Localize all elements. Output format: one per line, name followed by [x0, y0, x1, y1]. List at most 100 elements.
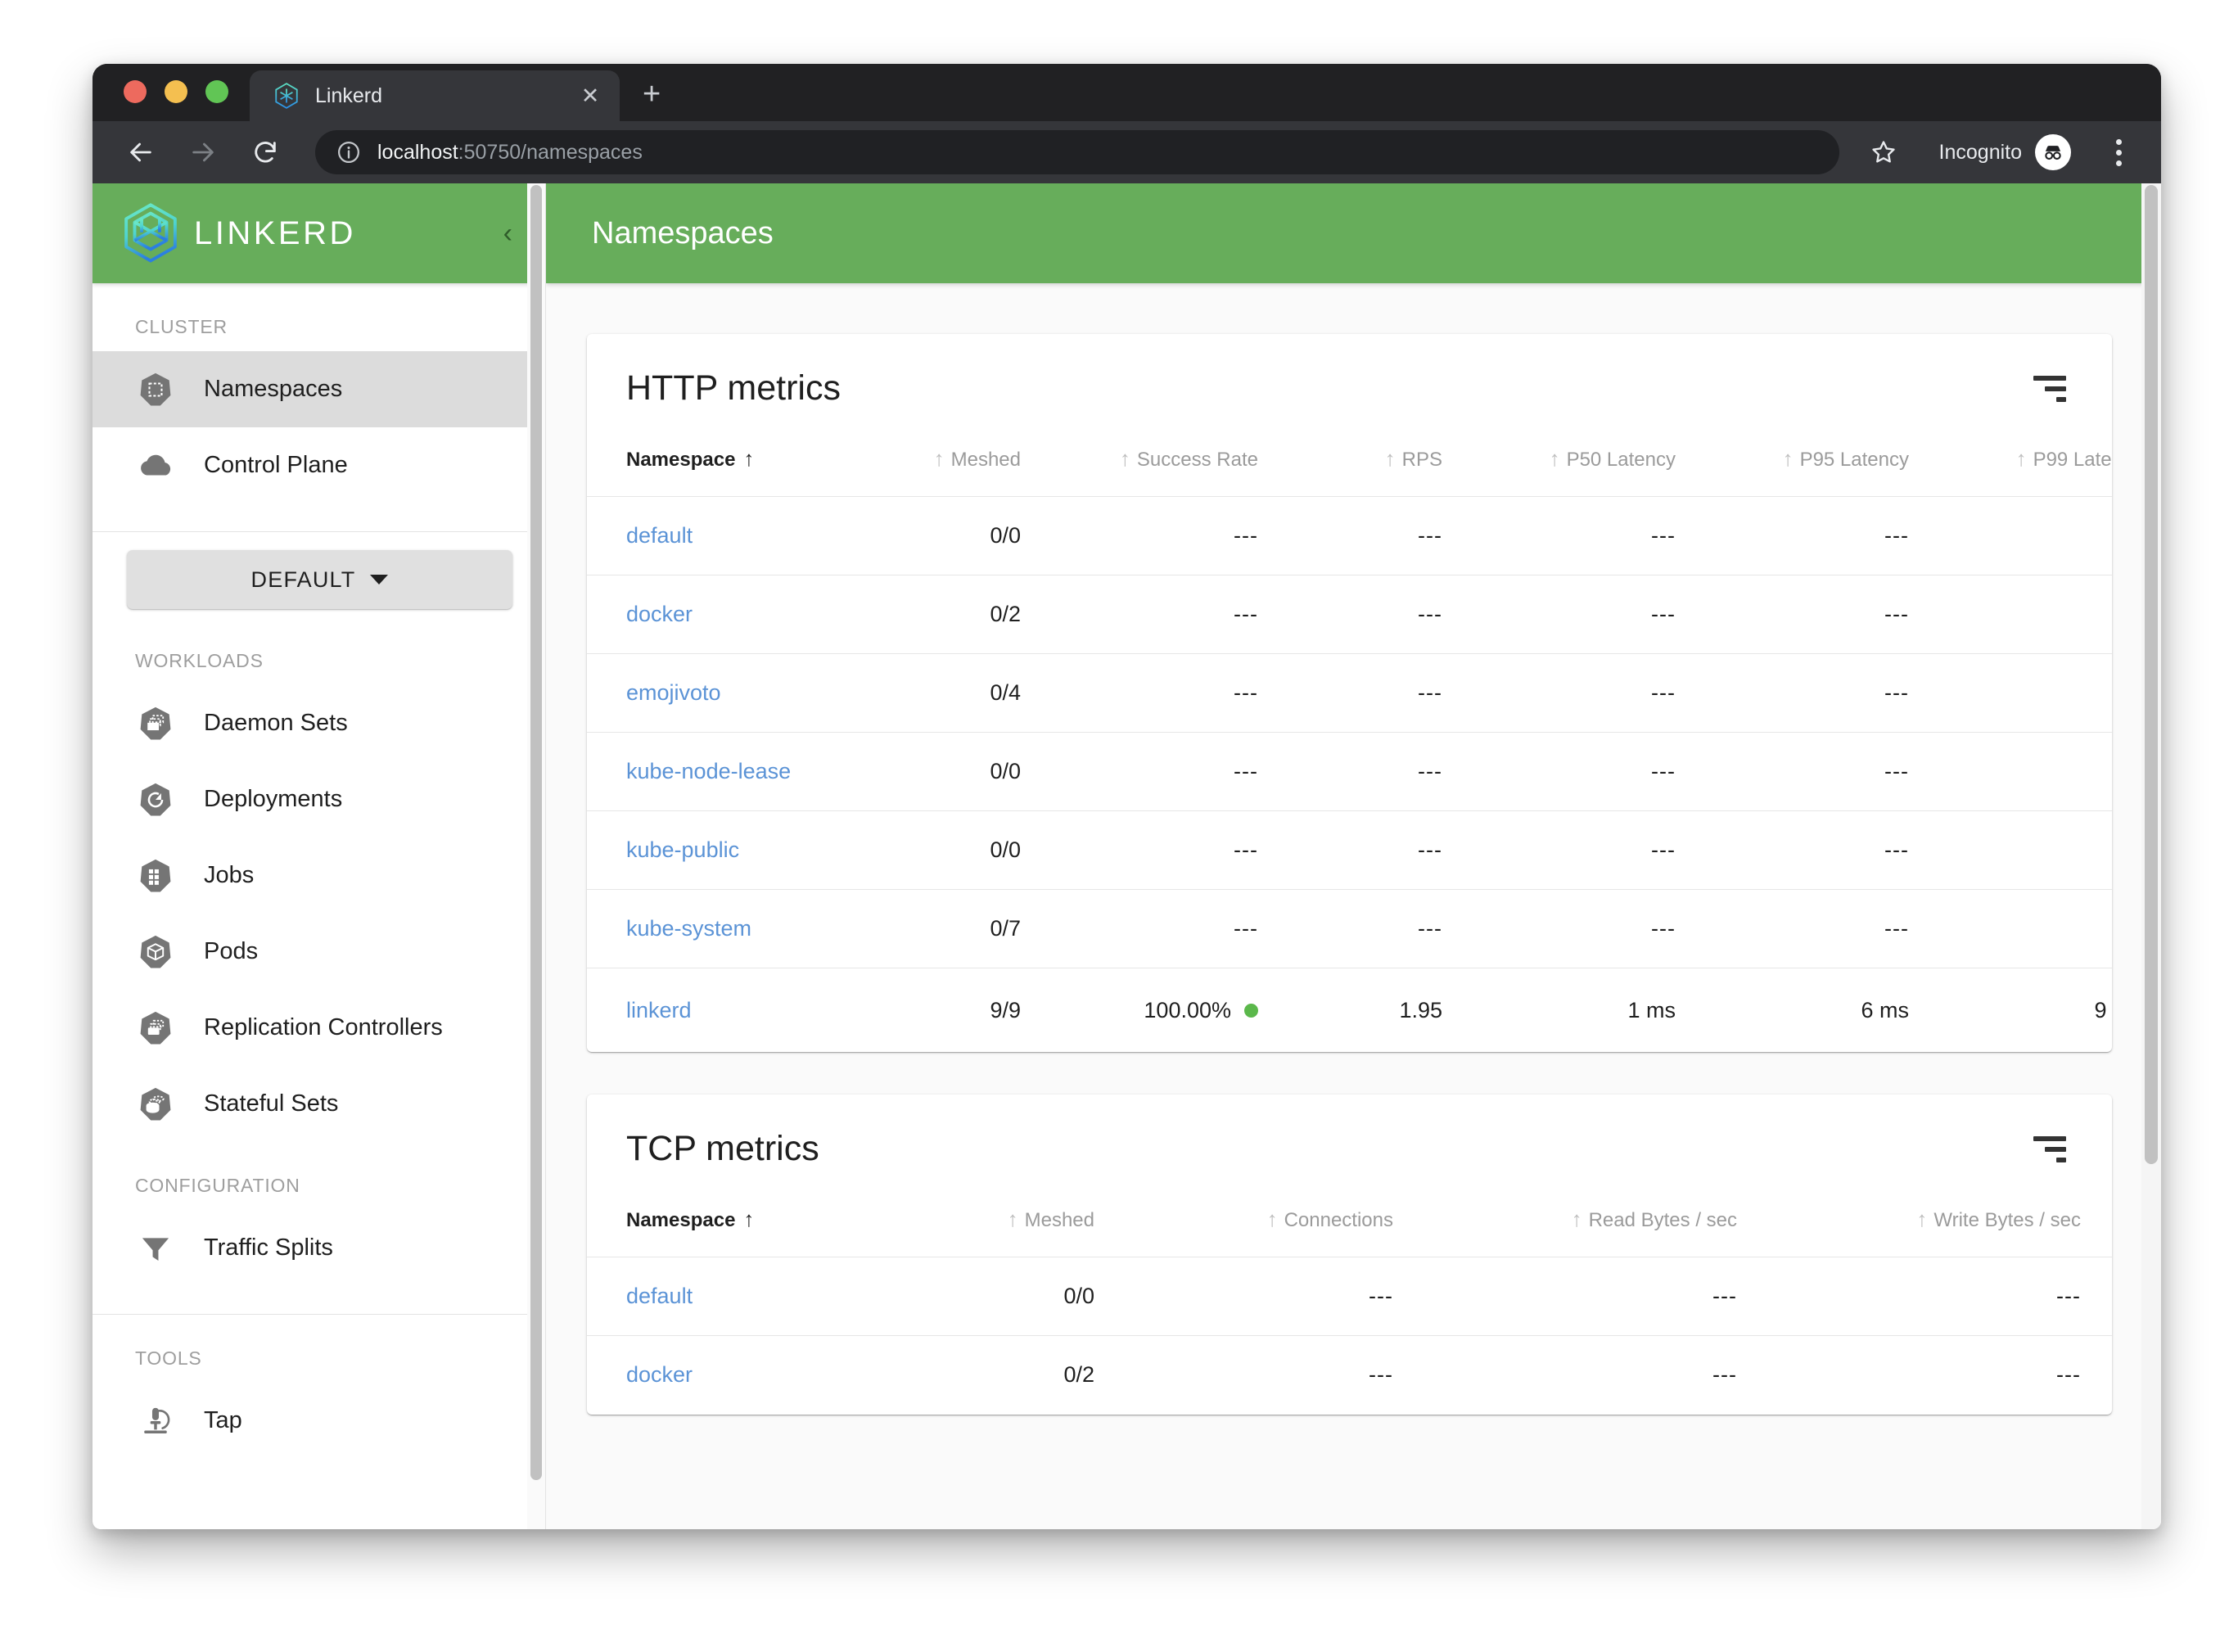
table-row: kube-node-lease 0/0 --- --- --- --- --- [587, 732, 2112, 811]
column-header-read-bytes[interactable]: ↑ Read Bytes / sec [1393, 1194, 1737, 1257]
namespace-hexagon-icon [135, 369, 176, 410]
column-header-write-bytes[interactable]: ↑ Write Bytes / sec [1737, 1194, 2081, 1257]
sidebar-item-control-plane[interactable]: Control Plane [92, 427, 545, 503]
sidebar-section-label-cluster: CLUSTER [135, 316, 228, 337]
close-icon[interactable]: ✕ [575, 81, 605, 111]
cell-p95: --- [1884, 837, 1909, 862]
info-circle-icon[interactable] [336, 140, 361, 165]
sidebar-item-namespaces[interactable]: Namespaces [92, 351, 545, 427]
incognito-avatar-icon[interactable] [2035, 134, 2071, 170]
main-scrollbar-thumb[interactable] [2145, 185, 2158, 1164]
namespace-link[interactable]: default [626, 523, 693, 548]
new-tab-button[interactable]: + [643, 79, 661, 110]
table-header-row: Namespace ↑ ↑ Meshed ↑ Success Rate ↑ RPS ↑ P… [587, 433, 2112, 497]
namespace-select[interactable]: DEFAULT [127, 550, 512, 609]
column-header-p99-latency[interactable]: ↑ P99 Latency [1909, 433, 2112, 497]
page-header: Namespaces [546, 183, 2161, 283]
column-header-success-rate[interactable]: ↑ Success Rate [1021, 433, 1258, 497]
cell-success-rate: --- [1234, 837, 1258, 862]
three-dot-menu-icon[interactable] [2100, 138, 2137, 166]
cell-p95: --- [1884, 602, 1909, 626]
forward-arrow-icon[interactable] [184, 133, 222, 171]
sidebar-item-stateful-sets[interactable]: Stateful Sets [92, 1066, 545, 1142]
card-header: TCP metrics [587, 1095, 2112, 1194]
column-label: P99 Latency [2033, 449, 2112, 471]
sidebar-scrollbar-thumb[interactable] [530, 185, 542, 1480]
back-arrow-icon[interactable] [122, 133, 160, 171]
cell-meshed: 0/7 [990, 916, 1021, 941]
cell-grafana [2081, 1336, 2112, 1415]
profile-chip[interactable]: Incognito [1928, 134, 2071, 170]
sidebar-item-traffic-splits[interactable]: Traffic Splits [92, 1210, 545, 1286]
minimize-window-button[interactable] [165, 80, 187, 103]
namespace-link[interactable]: kube-public [626, 837, 739, 862]
cell-p99: --- [1909, 654, 2112, 733]
namespace-link[interactable]: default [626, 1284, 693, 1308]
browser-tab[interactable]: Linkerd ✕ [250, 70, 620, 121]
column-header-p95-latency[interactable]: ↑ P95 Latency [1676, 433, 1909, 497]
page-viewport: LINKERD ‹ CLUSTER Namespaces Control Pla… [92, 183, 2161, 1529]
column-header-namespace[interactable]: Namespace ↑ [587, 433, 808, 497]
column-header-grafana: Grafana [2081, 1194, 2112, 1257]
sidebar-item-daemon-sets[interactable]: Daemon Sets [92, 685, 545, 761]
column-label: Meshed [1024, 1209, 1094, 1231]
sidebar-item-replication-controllers[interactable]: Replication Controllers [92, 990, 545, 1066]
url-host: localhost [377, 140, 458, 164]
cell-meshed: 0/0 [990, 759, 1021, 783]
column-label: RPS [1401, 449, 1442, 471]
card-title: HTTP metrics [626, 368, 841, 408]
namespace-link[interactable]: kube-node-lease [626, 759, 791, 783]
traffic-split-funnel-icon [135, 1228, 176, 1269]
sidebar-section-label-workloads: WORKLOADS [135, 650, 264, 671]
address-bar[interactable]: localhost:50750/namespaces [315, 130, 1839, 174]
namespace-link[interactable]: docker [626, 1362, 693, 1387]
cell-success-rate: --- [1234, 916, 1258, 941]
namespace-link[interactable]: kube-system [626, 916, 751, 941]
column-header-connections[interactable]: ↑ Connections [1094, 1194, 1393, 1257]
sidebar-item-tap[interactable]: Tap [92, 1383, 545, 1459]
deployment-hexagon-icon [135, 779, 176, 820]
close-window-button[interactable] [124, 80, 147, 103]
sidebar-item-pods[interactable]: Pods [92, 914, 545, 990]
filter-list-icon[interactable] [2033, 1135, 2066, 1162]
cell-namespace: linkerd [587, 968, 808, 1053]
column-label: Read Bytes / sec [1588, 1209, 1737, 1231]
column-header-rps[interactable]: ↑ RPS [1258, 433, 1442, 497]
cell-success-rate: 100.00% [1021, 968, 1258, 1053]
url-path: :50750/namespaces [458, 140, 643, 164]
namespace-link[interactable]: linkerd [626, 998, 692, 1022]
cell-rps: --- [1418, 759, 1442, 783]
cell-read-bytes: --- [1712, 1284, 1737, 1308]
sidebar-item-label: Deployments [204, 786, 343, 812]
linkerd-logo-icon [273, 82, 300, 110]
column-header-meshed[interactable]: ↑ Meshed [808, 433, 1021, 497]
profile-label: Incognito [1938, 140, 2022, 164]
cell-p95: --- [1884, 523, 1909, 548]
sidebar-item-deployments[interactable]: Deployments [92, 761, 545, 837]
sidebar-item-jobs[interactable]: Jobs [92, 837, 545, 914]
column-header-p50-latency[interactable]: ↑ P50 Latency [1442, 433, 1676, 497]
column-label: Namespace [626, 1209, 736, 1231]
arrow-up-icon: ↑ [1266, 1207, 1278, 1231]
http-metrics-card: HTTP metrics Namespace ↑ ↑ Meshed ↑ Succ… [587, 334, 2112, 1052]
cell-namespace: kube-public [587, 811, 808, 890]
chevron-left-icon[interactable]: ‹ [499, 219, 517, 247]
replicationcontroller-hexagon-icon [135, 1008, 176, 1049]
table-header-row: Namespace ↑ ↑ Meshed ↑ Connections ↑ Read By… [587, 1194, 2112, 1257]
pod-hexagon-icon [135, 932, 176, 973]
reload-icon[interactable] [246, 133, 284, 171]
cell-p50: --- [1651, 523, 1676, 548]
sidebar-scrollbar[interactable] [527, 183, 545, 1529]
cell-p50: --- [1651, 837, 1676, 862]
column-header-namespace[interactable]: Namespace ↑ [587, 1194, 832, 1257]
bookmark-star-icon[interactable] [1864, 133, 1903, 172]
column-header-meshed[interactable]: ↑ Meshed [832, 1194, 1094, 1257]
main-scrollbar[interactable] [2141, 183, 2161, 1529]
arrow-up-icon: ↑ [743, 1207, 755, 1231]
maximize-window-button[interactable] [205, 80, 228, 103]
namespace-link[interactable]: docker [626, 602, 693, 626]
http-metrics-table: Namespace ↑ ↑ Meshed ↑ Success Rate ↑ RPS ↑ P… [587, 433, 2112, 1052]
cell-rps: --- [1418, 602, 1442, 626]
filter-list-icon[interactable] [2033, 375, 2066, 402]
namespace-link[interactable]: emojivoto [626, 680, 721, 705]
